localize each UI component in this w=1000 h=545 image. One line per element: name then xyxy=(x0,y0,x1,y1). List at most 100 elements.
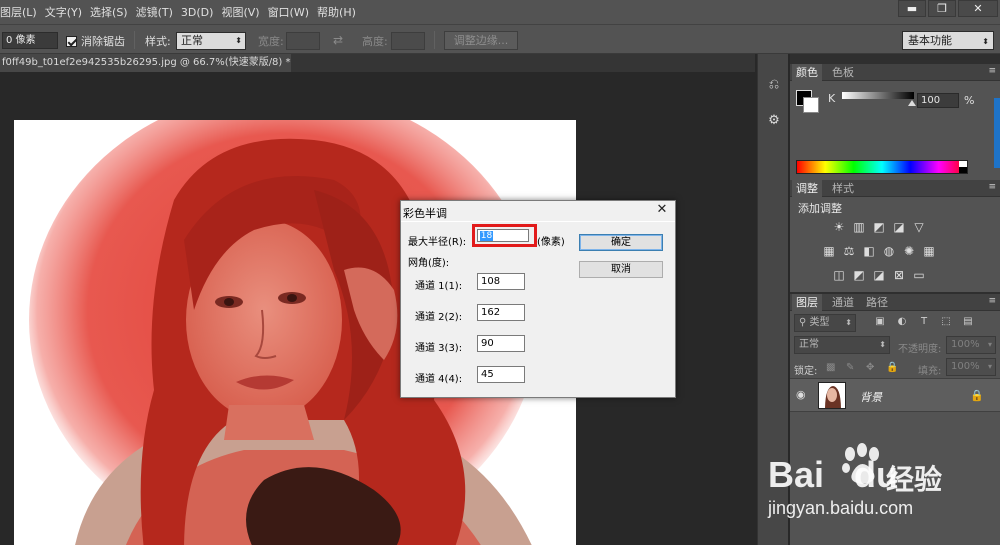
tab-paths[interactable]: 路径 xyxy=(862,294,892,311)
lock-transparent-icon[interactable]: ▩ xyxy=(826,362,835,373)
posterize-icon[interactable]: ◩ xyxy=(852,268,866,282)
width-input[interactable] xyxy=(286,32,320,50)
channel-3-input[interactable]: 90 xyxy=(477,335,525,352)
watermark-brand-bai: Bai xyxy=(768,454,825,495)
menu-window[interactable]: 窗口(W) xyxy=(268,4,317,20)
color-balance-icon[interactable]: ⚖ xyxy=(842,244,856,258)
gradient-map-icon[interactable]: ▭ xyxy=(912,268,926,282)
color-halftone-dialog: 彩色半调 ✕ 最大半径(R): 18 (像素) 网角(度): 通道 1(1): … xyxy=(400,200,676,398)
pixel-filter-icon[interactable]: ▣ xyxy=(874,316,886,328)
slider-thumb-icon[interactable] xyxy=(908,100,916,106)
brightness-icon[interactable]: ☀ xyxy=(832,220,846,234)
curves-icon[interactable]: ◩ xyxy=(872,220,886,234)
menu-view[interactable]: 视图(V) xyxy=(221,4,267,20)
workspace-select[interactable]: 基本功能 ⬍ xyxy=(902,31,994,50)
channel-4-label: 通道 4(4): xyxy=(415,374,463,385)
width-label: 宽度: xyxy=(258,35,284,48)
vibrance-icon[interactable]: ▽ xyxy=(912,220,926,234)
menu-type[interactable]: 文字(Y) xyxy=(45,4,90,20)
channel-2-label: 通道 2(2): xyxy=(415,312,463,323)
adjustments-panel: 调整 样式 ≡ 添加调整 ☀ ▥ ◩ ◪ ▽ ▦ ⚖ ◧ ◍ ✺ ▦ ◫ ◩ ◪… xyxy=(790,180,1000,292)
color-lookup-icon[interactable]: ▦ xyxy=(922,244,936,258)
selective-color-icon[interactable]: ⊠ xyxy=(892,268,906,282)
style-select-value: 正常 xyxy=(181,34,203,47)
layer-name[interactable]: 背景 xyxy=(860,389,882,405)
exposure-icon[interactable]: ◪ xyxy=(892,220,906,234)
opacity-input[interactable]: 100% ▾ xyxy=(946,336,996,354)
layer-filter-icons: ▣ ◐ T ⬚ ▤ xyxy=(874,316,984,328)
feather-input[interactable]: 0 像素 xyxy=(2,32,58,49)
panel-header: 颜色 色板 ≡ xyxy=(790,64,1000,81)
lock-position-icon[interactable]: ✥ xyxy=(866,362,874,373)
invert-icon[interactable]: ◫ xyxy=(832,268,846,282)
menu-select[interactable]: 选择(S) xyxy=(90,4,136,20)
panel-menu-icon[interactable]: ≡ xyxy=(988,182,996,192)
channel-mixer-icon[interactable]: ✺ xyxy=(902,244,916,258)
watermark-brand: Bai du xyxy=(768,454,898,496)
properties-icon[interactable]: ⚙ xyxy=(765,112,783,130)
type-filter-icon[interactable]: T xyxy=(918,316,930,328)
style-select[interactable]: 正常 ⬍ xyxy=(176,32,246,50)
cancel-button[interactable]: 取消 xyxy=(579,261,663,278)
max-radius-label: 最大半径(R): xyxy=(408,237,467,248)
panel-menu-icon[interactable]: ≡ xyxy=(988,66,996,76)
background-color-swatch[interactable] xyxy=(803,97,819,113)
shape-filter-icon[interactable]: ⬚ xyxy=(940,316,952,328)
antialias-checkbox[interactable]: 消除锯齿 xyxy=(66,33,125,49)
history-icon[interactable]: ⎌ xyxy=(765,76,783,94)
close-icon[interactable]: ✕ xyxy=(655,203,669,217)
channel-1-input[interactable]: 108 xyxy=(477,273,525,290)
document-tab[interactable]: f0ff49b_t01ef2e942535b26295.jpg @ 66.7%(… xyxy=(0,54,291,72)
panel-menu-icon[interactable]: ≡ xyxy=(988,296,996,306)
lock-pixels-icon[interactable]: ✎ xyxy=(846,362,854,373)
channel-k-label: K xyxy=(828,92,836,105)
blend-mode-select[interactable]: 正常 ⬍ xyxy=(794,336,890,354)
channel-4-input[interactable]: 45 xyxy=(477,366,525,383)
k-value-input[interactable]: 100 xyxy=(917,93,959,108)
threshold-icon[interactable]: ◪ xyxy=(872,268,886,282)
layer-thumbnail-image xyxy=(819,383,845,408)
refine-edge-button[interactable]: 调整边缘... xyxy=(444,31,518,50)
watermark-url: jingyan.baidu.com xyxy=(768,498,914,518)
channel-2-input[interactable]: 162 xyxy=(477,304,525,321)
color-spectrum[interactable] xyxy=(796,160,968,174)
layer-row-background[interactable]: ◉ 背景 🔒 xyxy=(790,378,1000,412)
layer-filter-select[interactable]: ⚲ 类型 ⬍ xyxy=(794,314,856,332)
divider xyxy=(401,221,675,222)
height-input[interactable] xyxy=(391,32,425,50)
menu-filter[interactable]: 滤镜(T) xyxy=(136,4,181,20)
close-window-button[interactable]: ✕ xyxy=(958,0,998,17)
chevron-updown-icon: ⬍ xyxy=(845,318,852,327)
lock-all-icon[interactable]: 🔒 xyxy=(886,362,898,373)
menu-help[interactable]: 帮助(H) xyxy=(317,4,364,20)
tab-channels[interactable]: 通道 xyxy=(828,294,858,311)
swap-icon[interactable]: ⇄ xyxy=(333,33,343,47)
levels-icon[interactable]: ▥ xyxy=(852,220,866,234)
photo-filter-icon[interactable]: ◍ xyxy=(882,244,896,258)
k-slider[interactable] xyxy=(842,92,914,99)
adjustment-filter-icon[interactable]: ◐ xyxy=(896,316,908,328)
checkbox-check-icon[interactable] xyxy=(66,35,77,47)
max-radius-input[interactable]: 18 xyxy=(477,229,529,242)
menu-layer[interactable]: 图层(L) xyxy=(0,4,45,20)
tab-styles[interactable]: 样式 xyxy=(828,180,858,197)
smart-object-filter-icon[interactable]: ▤ xyxy=(962,316,974,328)
chevron-down-icon: ▾ xyxy=(987,340,992,349)
adjustment-row-2: ▦ ⚖ ◧ ◍ ✺ ▦ xyxy=(822,244,942,258)
tab-color[interactable]: 颜色 xyxy=(792,64,822,81)
ok-button[interactable]: 确定 xyxy=(579,234,663,251)
add-adjustment-title: 添加调整 xyxy=(798,202,842,215)
tab-adjustments[interactable]: 调整 xyxy=(792,180,822,197)
filter-kind-value: 类型 xyxy=(809,317,830,328)
hue-saturation-icon[interactable]: ▦ xyxy=(822,244,836,258)
eye-icon[interactable]: ◉ xyxy=(796,389,808,401)
tab-swatches[interactable]: 色板 xyxy=(828,64,858,81)
divider xyxy=(134,31,135,49)
fill-input[interactable]: 100% ▾ xyxy=(946,358,996,376)
menu-3d[interactable]: 3D(D) xyxy=(181,6,222,19)
minimize-button[interactable]: ▬ xyxy=(898,0,926,17)
black-white-icon[interactable]: ◧ xyxy=(862,244,876,258)
tab-layers[interactable]: 图层 xyxy=(792,294,822,311)
radius-unit-label: (像素) xyxy=(537,237,565,248)
restore-button[interactable]: ❐ xyxy=(928,0,956,17)
